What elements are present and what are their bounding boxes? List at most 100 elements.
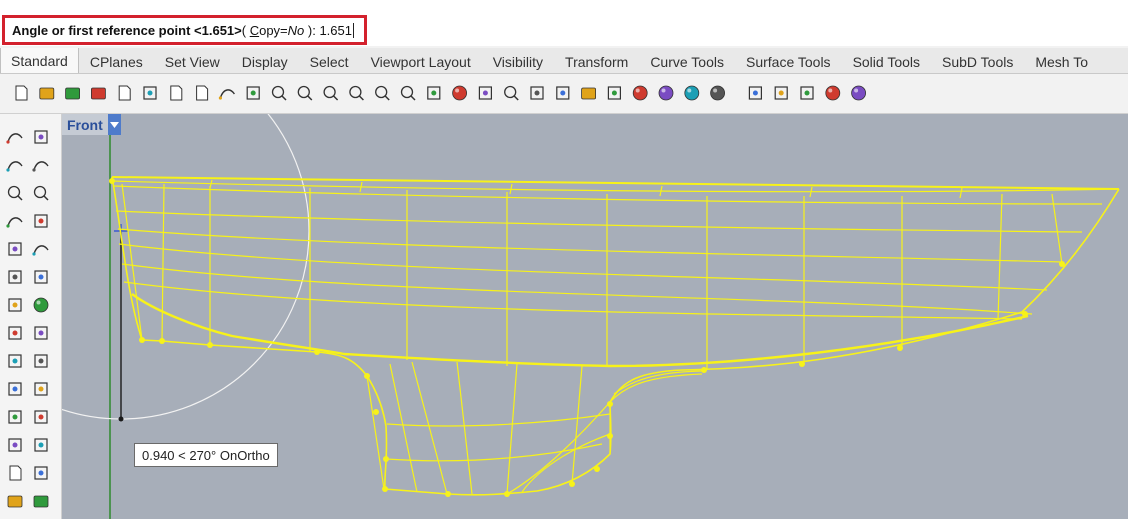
tab-viewport-layout[interactable]: Viewport Layout [360, 49, 482, 73]
tab-mesh-to[interactable]: Mesh To [1024, 49, 1099, 73]
dimension-icon[interactable] [34, 466, 48, 480]
front-viewport[interactable]: Front 0.940 < 270° OnOrtho [62, 114, 1128, 519]
copy-option-label[interactable]: opy= [259, 23, 288, 38]
station-2 [161, 183, 165, 342]
option-close: ): [304, 22, 316, 38]
block-icon[interactable] [7, 495, 23, 508]
gear-settings-icon[interactable] [774, 86, 788, 100]
copy-icon[interactable] [170, 85, 183, 101]
arc-icon[interactable] [6, 217, 23, 228]
undo-icon[interactable] [218, 89, 235, 100]
copy-option-key[interactable]: C [250, 23, 259, 38]
left-toolbar [0, 114, 62, 519]
four-viewports-icon[interactable] [427, 86, 441, 100]
light-bulb-icon[interactable] [556, 86, 570, 100]
camera-icon[interactable] [478, 86, 492, 100]
viewport-name[interactable]: Front [62, 114, 108, 135]
sweep-icon[interactable] [34, 270, 48, 284]
tab-surface-tools[interactable]: Surface Tools [735, 49, 842, 73]
angle-reference-circle [62, 114, 310, 420]
history-icon[interactable] [504, 85, 519, 101]
tab-subd-tools[interactable]: SubD Tools [931, 49, 1024, 73]
toolbar-tabs: Standard CPlanes Set View Display Select View… [0, 48, 1128, 74]
extrude-icon[interactable] [34, 326, 48, 340]
paste-icon[interactable] [196, 85, 209, 101]
undo-view-icon[interactable] [400, 85, 416, 101]
group-icon[interactable] [8, 410, 22, 424]
circle-icon[interactable] [7, 185, 23, 201]
zoom-icon[interactable] [297, 85, 313, 101]
keel-line-2 [389, 363, 418, 493]
lock-icon[interactable] [581, 87, 596, 100]
reference-point-marker [118, 416, 124, 422]
command-line-area: Angle or first reference point <1.651> (… [0, 0, 1128, 46]
join-icon[interactable] [34, 382, 48, 396]
render-sphere-icon[interactable] [684, 85, 700, 101]
layer-material-icon[interactable] [607, 86, 622, 100]
command-input-value[interactable]: 1.651 [316, 23, 352, 38]
globe-icon[interactable] [825, 85, 841, 101]
grasshopper-icon[interactable] [800, 86, 814, 100]
rebuild-icon[interactable] [8, 438, 22, 452]
rhino-window: Angle or first reference point <1.651> (… [0, 0, 1128, 519]
ellipse-icon[interactable] [8, 242, 22, 256]
copy-option-value[interactable]: No [288, 23, 305, 38]
text-icon[interactable] [9, 465, 22, 481]
zoom-selected-icon[interactable] [375, 85, 390, 101]
circle-center-icon[interactable] [33, 185, 49, 201]
explode-icon[interactable] [8, 354, 22, 368]
cut-icon[interactable] [143, 86, 157, 100]
mesh-plane-icon[interactable] [8, 326, 22, 340]
surface-icon[interactable] [8, 270, 22, 284]
select-arrow-icon[interactable] [6, 133, 23, 144]
point-cloud-icon[interactable] [34, 410, 48, 424]
box-icon[interactable] [8, 298, 22, 312]
chevron-down-icon [109, 121, 119, 128]
snap-grid-icon[interactable] [530, 86, 544, 100]
command-prompt[interactable]: Angle or first reference point <1.651> (… [2, 15, 367, 45]
station-11 [997, 193, 1003, 321]
tab-transform[interactable]: Transform [554, 49, 639, 73]
sheer-line [111, 176, 1120, 190]
keel-line-6 [571, 365, 583, 485]
sphere-icon[interactable] [33, 297, 49, 313]
tab-set-view[interactable]: Set View [154, 49, 231, 73]
render-preview-icon[interactable] [710, 85, 725, 101]
fillet-icon[interactable] [32, 245, 49, 256]
tab-visibility[interactable]: Visibility [482, 49, 554, 73]
blocks-insert-icon[interactable] [33, 495, 49, 508]
rotate-view-icon[interactable] [271, 85, 287, 101]
tab-curve-tools[interactable]: Curve Tools [639, 49, 735, 73]
pan-hand-icon[interactable] [246, 86, 260, 100]
tab-select[interactable]: Select [299, 49, 360, 73]
save-icon[interactable] [65, 87, 80, 100]
split-icon[interactable] [8, 382, 22, 396]
viewport-menu-button[interactable] [107, 114, 121, 135]
options-icon[interactable] [748, 86, 763, 100]
car-render-icon[interactable] [452, 85, 468, 101]
color-wheel-icon[interactable] [632, 85, 648, 101]
zoom-extents-icon[interactable] [349, 85, 364, 101]
help-icon[interactable] [851, 85, 866, 101]
rectangle-icon[interactable] [34, 214, 48, 228]
polyline-icon[interactable] [6, 161, 23, 172]
zoom-window-icon[interactable] [323, 85, 339, 101]
curve-points-icon[interactable] [32, 161, 49, 172]
trim-icon[interactable] [34, 354, 48, 368]
print-icon[interactable] [91, 87, 106, 100]
keel-line-3 [411, 361, 448, 495]
import-icon[interactable] [118, 85, 131, 101]
waterline-1 [115, 210, 1083, 233]
control-points-icon[interactable] [34, 438, 48, 452]
open-folder-icon[interactable] [39, 87, 55, 100]
toolbar-icons [15, 85, 866, 101]
new-document-icon[interactable] [15, 85, 28, 101]
tab-cplanes[interactable]: CPlanes [79, 49, 154, 73]
point-icon[interactable] [34, 130, 48, 144]
sphere-shade-icon[interactable] [658, 85, 674, 101]
tab-display[interactable]: Display [231, 49, 299, 73]
option-open: ( [241, 22, 250, 38]
tab-standard[interactable]: Standard [0, 48, 79, 73]
tab-solid-tools[interactable]: Solid Tools [842, 49, 931, 73]
left-toolbar-icons [6, 130, 49, 508]
